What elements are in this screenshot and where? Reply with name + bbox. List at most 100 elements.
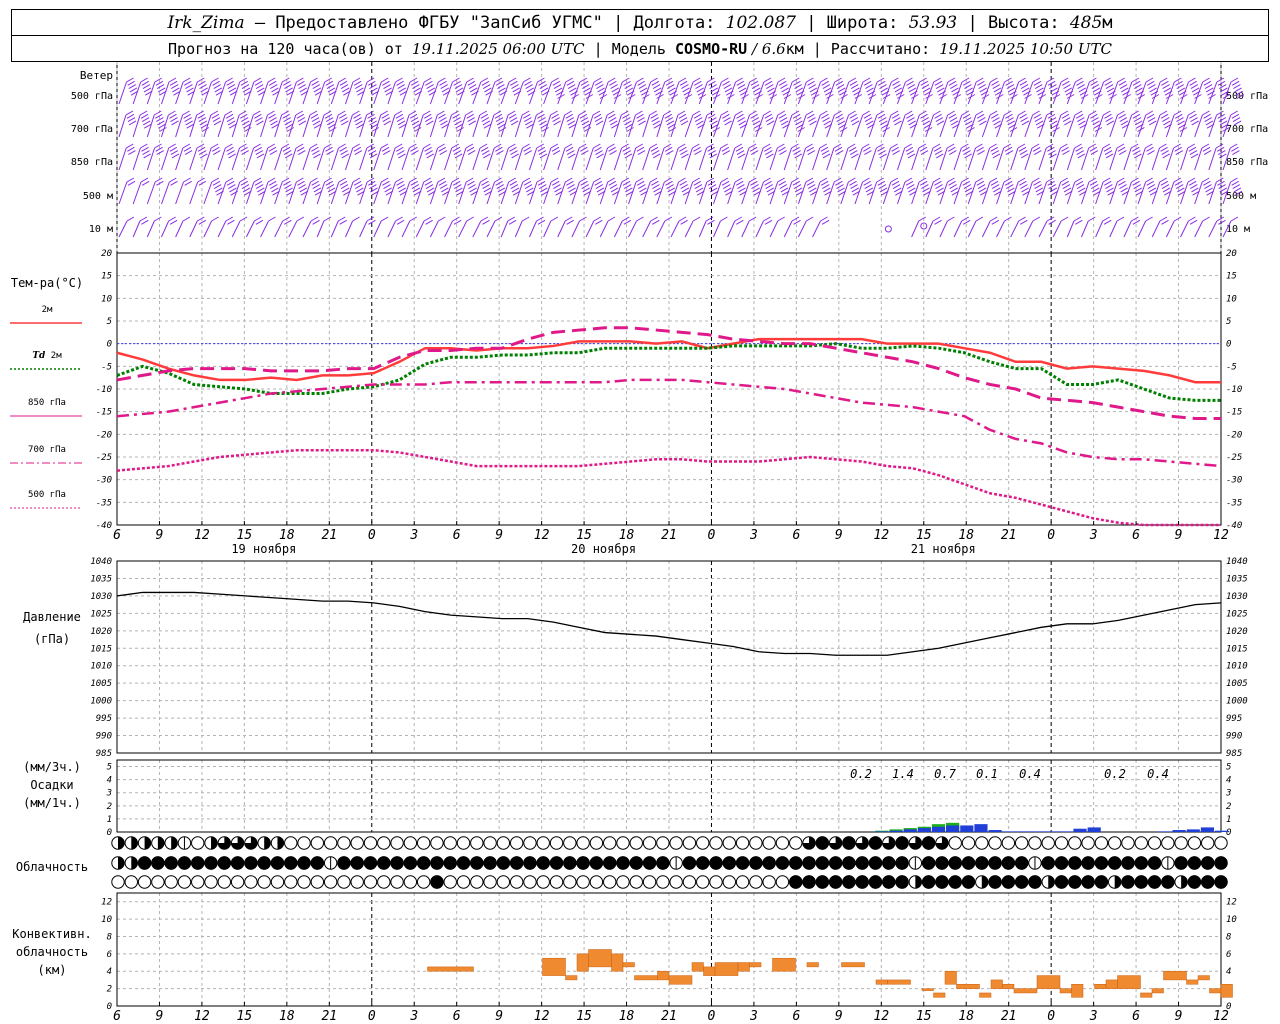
cloud-fill-full: [1028, 875, 1042, 889]
wind-barb-feather: [1003, 177, 1012, 183]
cloud-cover-symbol: [882, 875, 896, 889]
wind-barb-feather: [257, 187, 265, 193]
cloud-circle: [310, 875, 325, 889]
wind-barb-feather: [1201, 177, 1210, 183]
pressure-ytick-right: 985: [1226, 749, 1242, 759]
wind-barb-feather: [128, 120, 137, 126]
wind-barb-feather: [352, 143, 360, 149]
wind-barb-feather: [281, 110, 289, 116]
wind-barb-feather: [833, 143, 842, 149]
cloud-circle: [696, 836, 710, 850]
wind-barb-feather: [866, 87, 874, 93]
wind-title: Ветер: [80, 69, 113, 82]
wind-barb-shaft: [925, 220, 934, 238]
cloud-cover-symbol: [656, 836, 670, 850]
cloud-circle: [629, 836, 643, 850]
wind-barb-feather: [720, 177, 729, 183]
wind-barb-feather: [467, 150, 476, 156]
wind-barb-feather: [538, 150, 547, 156]
cloud-fill-full: [988, 856, 1002, 870]
cloud-fill-full: [975, 856, 989, 870]
wind-barb-feather: [781, 87, 789, 93]
temp-ytick-left: 10: [101, 294, 112, 304]
wind-barb-feather: [1203, 113, 1211, 119]
wind-barb-feather: [779, 150, 787, 156]
wind-barb-feather: [1131, 77, 1140, 83]
wind-barb-feather: [907, 117, 915, 123]
wind-barb-shaft: [713, 220, 721, 238]
wind-calm-circle: [884, 225, 892, 233]
cloud-circle: [284, 836, 298, 850]
cloud-circle: [682, 875, 697, 889]
wind-barb-feather: [635, 143, 644, 149]
wind-barb-feather: [708, 80, 716, 86]
wind-barb-feather: [269, 117, 277, 123]
cloud-fill-full: [682, 856, 697, 870]
wind-barb-feather: [1117, 77, 1125, 83]
wind-barb-feather: [624, 84, 632, 90]
wind-barb-feather: [1118, 80, 1127, 86]
wind-barb-feather: [211, 177, 220, 183]
conv-cloud-bar: [1117, 975, 1141, 989]
wind-barb-shaft: [755, 220, 764, 238]
wind-barb-shaft: [1194, 220, 1204, 238]
wind-barb-feather: [255, 117, 263, 123]
wind-barb-feather: [765, 150, 773, 156]
wind-barb-feather: [1060, 143, 1068, 149]
wind-barb-feather: [663, 143, 672, 149]
wind-barb-feather: [1134, 153, 1142, 159]
wind-barb-feather: [451, 177, 460, 183]
wind-barb-feather: [184, 117, 192, 123]
conv-cloud-bar: [956, 984, 980, 989]
wind-barb-feather: [1173, 143, 1181, 149]
wind-barb-feather: [454, 120, 462, 126]
wind-barb-feather: [484, 87, 492, 93]
cloud-fill-full: [337, 856, 351, 870]
cloud-cover-symbol: [416, 875, 431, 889]
cloud-circle: [230, 875, 245, 889]
wind-barb-feather: [918, 177, 927, 183]
wind-barb-feather: [229, 187, 237, 193]
cloud-circle: [509, 875, 524, 889]
conv-cloud-bar: [772, 957, 796, 972]
wind-barb-feather: [681, 84, 689, 90]
wind-barb-feather: [424, 117, 433, 123]
cloud-cover-symbol: [151, 856, 165, 870]
wind-barb-feather: [1145, 110, 1154, 116]
wind-barb-feather: [127, 80, 135, 86]
cloud-fill-full: [855, 875, 869, 889]
cloud-fill-full: [1161, 875, 1175, 889]
pressure-unit: (гПа): [34, 632, 70, 646]
cloud-cover-symbol: [842, 856, 856, 870]
cloud-cover-symbol: [244, 836, 258, 850]
wind-barb-feather: [1202, 110, 1210, 116]
wind-barb-feather: [961, 110, 970, 116]
cloud-circle: [416, 875, 431, 889]
cloud-cover-symbol: [509, 875, 524, 889]
cloud-cover-symbol: [377, 856, 391, 870]
conv-x-tick-label: 9: [495, 1009, 503, 1024]
wind-barb-feather: [282, 113, 290, 119]
meteogram: Ветер500 гПа 500 гПа700 гПа 700 гПа850 гПа…: [10, 62, 1268, 1024]
wind-barb-feather: [1160, 146, 1168, 152]
cloud-cover-symbol: [191, 856, 205, 870]
cloud-fill-full: [177, 856, 192, 870]
cloud-cover-symbol: [576, 856, 590, 870]
wind-barb-feather: [496, 120, 505, 126]
cloud-fill-full: [842, 875, 856, 889]
wind-barb-feather: [524, 150, 532, 156]
cloud-cover-symbol: [403, 836, 418, 850]
wind-barb-shaft: [571, 220, 580, 238]
wind-barb-feather: [439, 184, 448, 190]
wind-barb-feather: [851, 120, 860, 126]
wind-barb-feather: [1033, 180, 1041, 186]
cloud-fill-full: [895, 875, 909, 889]
wind-barb-feather: [666, 84, 675, 90]
wind-barb-feather: [239, 216, 248, 222]
wind-barb-feather: [353, 180, 362, 186]
cloud-fill-half: [1048, 875, 1055, 889]
precip-bar-blue: [1031, 831, 1045, 832]
wind-barb-feather: [738, 120, 747, 126]
wind-barb-feather: [1149, 120, 1157, 126]
cloud-fill-full: [629, 856, 643, 870]
